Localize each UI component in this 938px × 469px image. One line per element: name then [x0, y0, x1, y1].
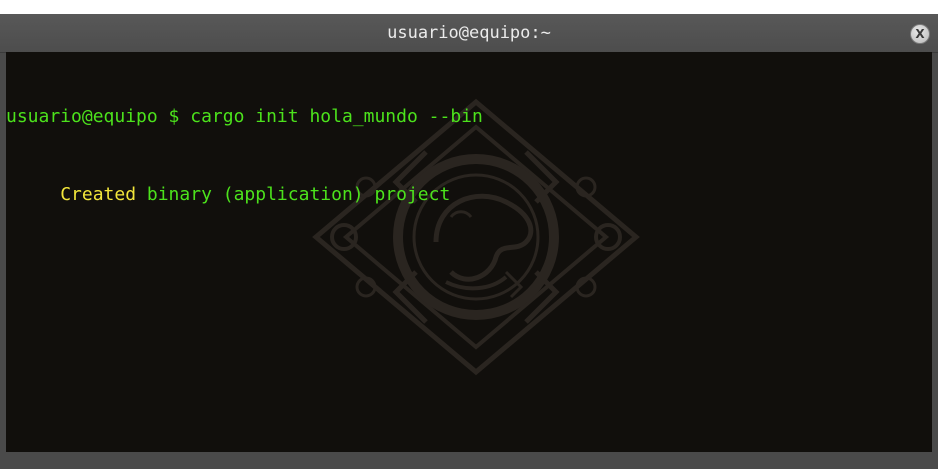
output-indent [6, 184, 60, 205]
shell-prompt: usuario@equipo $ [6, 106, 191, 127]
terminal-line-output: Created binary (application) project [6, 182, 932, 208]
close-button[interactable]: X [910, 24, 930, 44]
titlebar[interactable]: usuario@equipo:~ X [0, 14, 938, 53]
window-bottom-border [0, 452, 938, 469]
close-icon: X [915, 27, 925, 41]
terminal-output: usuario@equipo $ cargo init hola_mundo -… [6, 52, 932, 260]
command-text: cargo init hola_mundo --bin [190, 106, 483, 127]
terminal-area[interactable]: usuario@equipo $ cargo init hola_mundo -… [6, 52, 932, 452]
desktop-top-strip [0, 0, 938, 14]
terminal-line-command: usuario@equipo $ cargo init hola_mundo -… [6, 104, 932, 130]
output-message: binary (application) project [136, 184, 451, 205]
window-title: usuario@equipo:~ [387, 23, 551, 43]
output-status: Created [60, 184, 137, 205]
